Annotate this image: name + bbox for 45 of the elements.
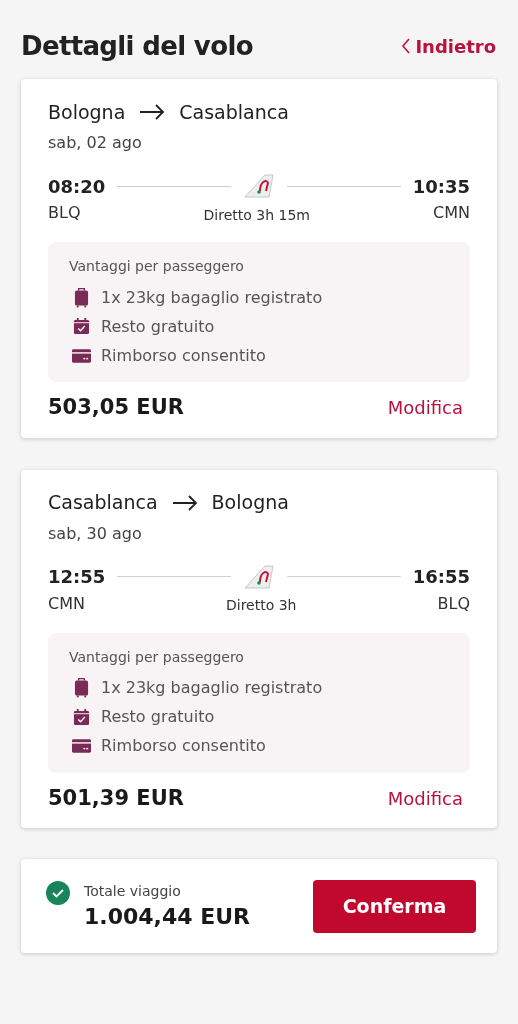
flight-price: 501,39 EUR: [48, 784, 184, 812]
edit-link[interactable]: Modifica: [387, 394, 463, 422]
arrival-airport-code: BLQ: [437, 592, 470, 615]
calendar-check-icon: [72, 318, 90, 335]
suitcase-icon: [73, 677, 89, 699]
benefits-heading: Vantaggi per passeggero: [69, 647, 245, 667]
benefit-label: Resto gratuito: [101, 315, 215, 338]
arrival-airport-code: CMN: [433, 202, 470, 224]
departure-airport-code: CMN: [48, 592, 85, 615]
tail-fin-icon: [243, 173, 275, 199]
destination-city: Casablanca: [179, 99, 289, 125]
benefit-label: 1x 23kg bagaglio registrato: [101, 677, 323, 699]
arrival-time: 10:35: [412, 174, 470, 199]
benefits-heading: Vantaggi per passeggero: [69, 257, 245, 276]
benefit-label: 1x 23kg bagaglio registrato: [101, 286, 323, 309]
card-icon: [71, 348, 91, 363]
check-circle-icon: [46, 880, 70, 905]
total-amount: 1.004,44 EUR: [84, 902, 251, 931]
destination-city: Bologna: [211, 490, 289, 516]
arrival-time: 16:55: [412, 565, 470, 589]
departure-time: 12:55: [48, 565, 106, 589]
arrow-right-icon: [171, 494, 198, 511]
flight-date: sab, 02 ago: [48, 132, 143, 154]
edit-link[interactable]: Modifica: [387, 784, 463, 812]
departure-time: 08:20: [48, 174, 106, 199]
benefit-label: Resto gratuito: [101, 706, 215, 728]
total-label: Totale viaggio: [84, 881, 182, 901]
calendar-check-icon: [72, 708, 90, 726]
arrow-right-icon: [139, 104, 166, 120]
departure-airport-code: BLQ: [48, 202, 81, 224]
flight-price: 503,05 EUR: [48, 394, 184, 421]
confirm-button[interactable]: Conferma: [313, 879, 476, 933]
flight-duration: Diretto 3h: [225, 596, 297, 615]
suitcase-icon: [73, 286, 89, 309]
card-icon: [71, 739, 91, 753]
back-link[interactable]: Indietro: [401, 32, 497, 60]
page-title: Dettagli del volo: [21, 29, 253, 63]
tail-fin-icon: [243, 563, 275, 590]
flight-date: sab, 30 ago: [48, 522, 143, 545]
origin-city: Casablanca: [48, 490, 158, 516]
benefit-label: Rimborso consentito: [101, 735, 266, 757]
chevron-left-icon: [401, 38, 412, 54]
flight-duration: Diretto 3h 15m: [203, 205, 310, 225]
origin-city: Bologna: [48, 99, 126, 125]
benefit-label: Rimborso consentito: [101, 344, 266, 367]
